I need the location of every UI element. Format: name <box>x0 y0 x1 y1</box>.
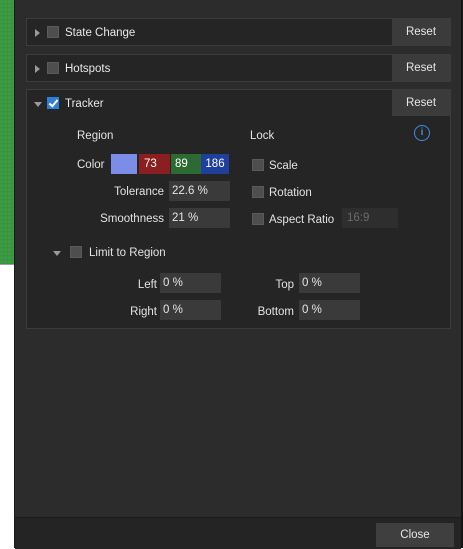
color-swatch[interactable] <box>111 154 137 174</box>
state-change-checkbox[interactable] <box>47 26 59 38</box>
reset-button[interactable]: Reset <box>392 19 450 45</box>
top-input[interactable]: 0 % <box>299 273 360 293</box>
section-title: State Change <box>65 27 136 39</box>
section-tracker: Tracker Reset Region Lock i Color 73 89 … <box>26 89 451 329</box>
scale-label: Scale <box>269 160 298 172</box>
section-title: Tracker <box>65 98 104 110</box>
smoothness-input[interactable]: 21 % <box>169 208 230 228</box>
chevron-right-icon[interactable] <box>35 29 40 37</box>
tracker-panel: State Change Reset Hotspots Reset Tracke… <box>14 0 463 549</box>
region-heading: Region <box>77 130 114 142</box>
tracker-checkbox[interactable] <box>47 97 59 109</box>
lock-heading: Lock <box>250 130 275 142</box>
left-label: Left <box>137 279 157 291</box>
tolerance-input[interactable]: 22.6 % <box>169 181 230 201</box>
color-red-field[interactable]: 73 <box>139 154 170 174</box>
scale-checkbox[interactable] <box>252 159 264 171</box>
limit-to-region-checkbox[interactable] <box>70 246 82 258</box>
hotspots-checkbox[interactable] <box>47 62 59 74</box>
section-title: Hotspots <box>65 63 111 75</box>
section-state-change: State Change Reset <box>26 18 451 46</box>
bottom-input[interactable]: 0 % <box>299 300 360 320</box>
aspect-ratio-checkbox[interactable] <box>252 213 264 225</box>
aspect-ratio-label: Aspect Ratio <box>269 214 335 226</box>
info-icon[interactable]: i <box>414 125 430 141</box>
smoothness-label: Smoothness <box>100 213 164 225</box>
color-blue-field[interactable]: 186 <box>201 154 229 174</box>
rotation-checkbox[interactable] <box>252 186 264 198</box>
tolerance-label: Tolerance <box>114 186 164 198</box>
section-header[interactable]: Hotspots Reset <box>27 55 450 83</box>
top-label: Top <box>275 279 294 291</box>
color-label: Color <box>77 159 105 171</box>
reset-button[interactable]: Reset <box>392 90 450 116</box>
limit-to-region-label: Limit to Region <box>89 247 166 259</box>
reset-button[interactable]: Reset <box>392 55 450 81</box>
section-header[interactable]: Tracker Reset <box>27 90 450 118</box>
dialog-footer: Close <box>15 517 461 549</box>
right-label: Right <box>130 306 157 318</box>
section-header[interactable]: State Change Reset <box>27 19 450 47</box>
bottom-label: Bottom <box>257 306 294 318</box>
chevron-right-icon[interactable] <box>35 65 40 73</box>
close-button[interactable]: Close <box>376 523 454 547</box>
right-input[interactable]: 0 % <box>160 300 221 320</box>
aspect-ratio-input[interactable]: 16:9 <box>342 208 398 228</box>
chevron-down-icon[interactable] <box>53 251 61 256</box>
color-green-field[interactable]: 89 <box>171 154 201 174</box>
chevron-down-icon[interactable] <box>34 102 42 107</box>
rotation-label: Rotation <box>269 187 312 199</box>
left-input[interactable]: 0 % <box>160 273 221 293</box>
section-hotspots: Hotspots Reset <box>26 54 451 82</box>
